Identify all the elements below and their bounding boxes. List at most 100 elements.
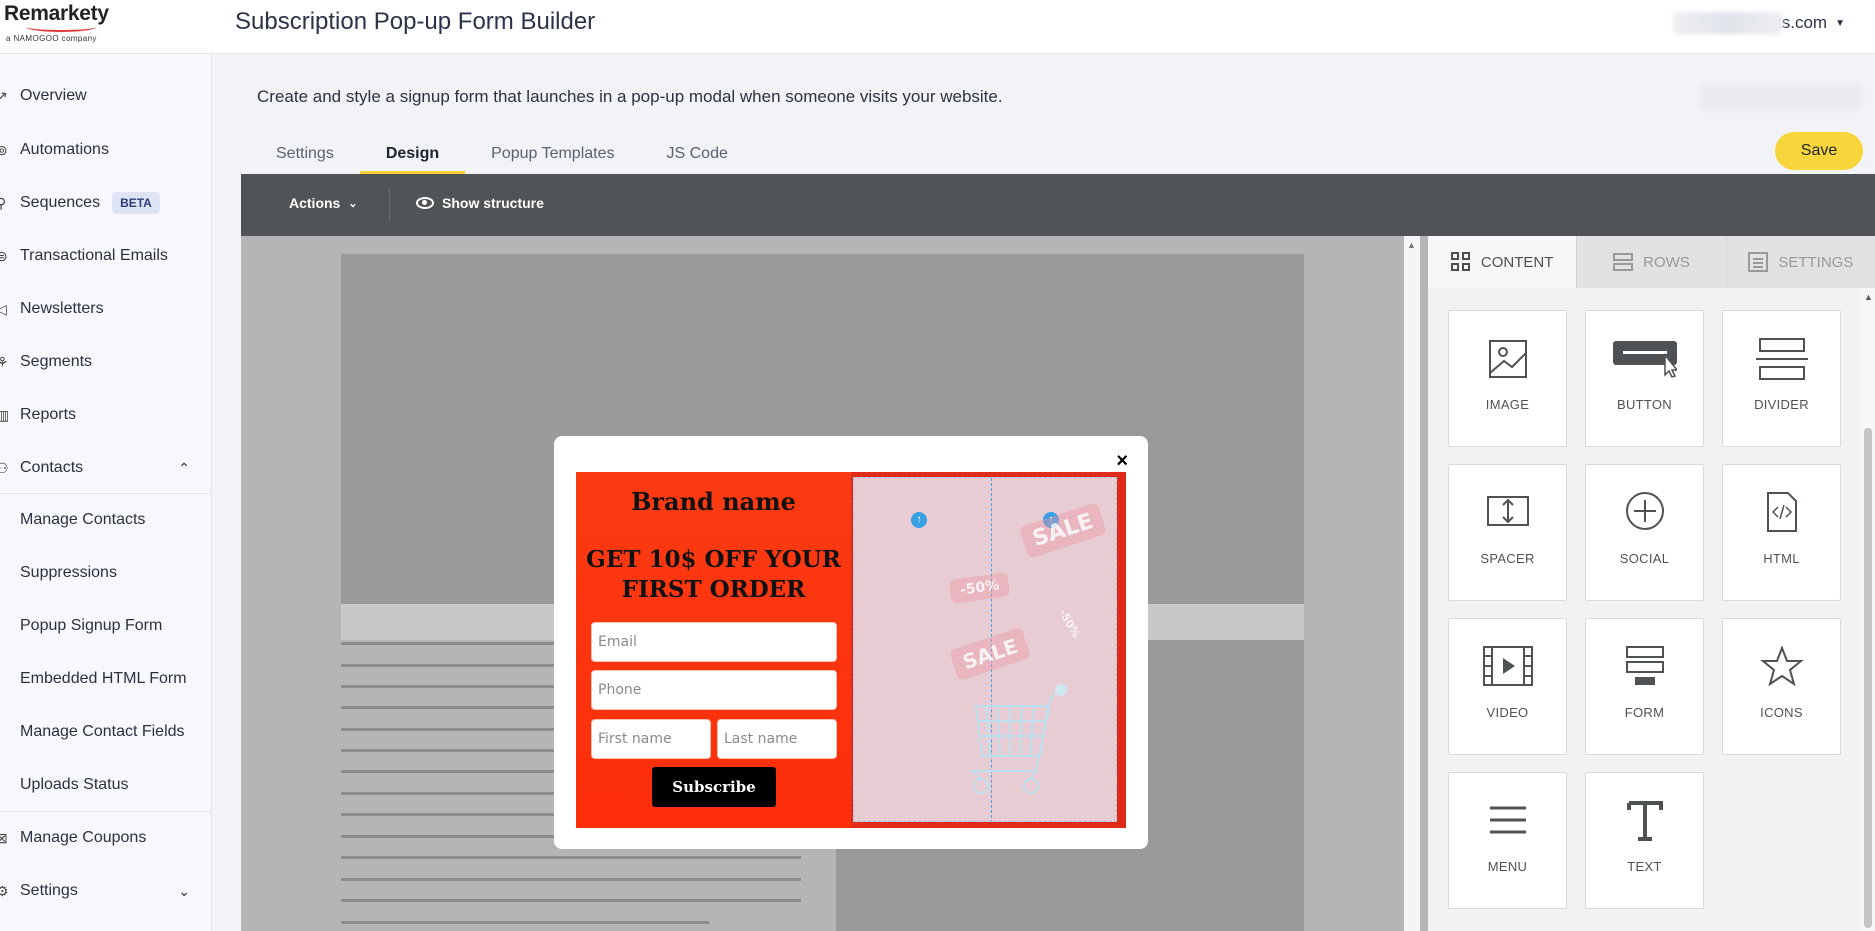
popup-image-column: ↑ ↑ SALE -50% -50% SALE (851, 472, 1126, 828)
tile-label: SOCIAL (1619, 551, 1670, 566)
people-icon: ⚇ (0, 460, 16, 477)
scroll-up-icon[interactable]: ▲ (1407, 240, 1416, 250)
close-icon[interactable]: × (1116, 450, 1128, 473)
actions-dropdown[interactable]: Actions ⌄ (289, 195, 358, 211)
panel-tab-content[interactable]: CONTENT (1428, 236, 1577, 288)
canvas-scrollbar[interactable]: ▲ (1404, 236, 1420, 931)
content-tile-icons[interactable]: ICONS (1722, 618, 1841, 755)
tile-label: FORM (1624, 705, 1665, 720)
popup-content: Brand name GET 10$ OFF YOUR FIRST ORDER … (576, 472, 1126, 828)
wireframe-line (341, 899, 801, 902)
panel-tab-settings[interactable]: SETTINGS (1725, 236, 1875, 288)
image-icon (1488, 340, 1527, 378)
actions-label: Actions (289, 195, 341, 211)
logo-subtext: a NAMOGOO company (6, 34, 97, 43)
last-name-field[interactable]: Last name (717, 719, 837, 759)
editor-canvas[interactable]: × Brand name GET 10$ OFF YOUR FIRST ORDE… (241, 236, 1404, 931)
account-domain: ts.com (1777, 13, 1828, 32)
editor-toolbar: Actions ⌄ Show structure (241, 174, 1875, 236)
sidebar-item-label: Reports (20, 406, 77, 423)
content-tile-text[interactable]: TEXT (1585, 772, 1704, 909)
content-tile-social[interactable]: SOCIAL (1585, 464, 1704, 601)
scroll-up-icon[interactable]: ▲ (1864, 292, 1873, 302)
remarkety-logo[interactable]: Remarkety a NAMOGOO company (0, 0, 212, 54)
email-field[interactable]: Email (591, 622, 837, 662)
sidebar-subitem-popup-signup-form[interactable]: Popup Signup Form (0, 606, 211, 646)
sidebar-subitem-manage-contact-fields[interactable]: Manage Contact Fields (0, 712, 211, 752)
scroll-thumb[interactable] (1864, 428, 1872, 928)
sidebar-item-sequences[interactable]: ⚲ Sequences BETA (0, 183, 211, 223)
tab-design[interactable]: Design (359, 139, 466, 174)
sidebar-item-label: Manage Coupons (20, 829, 147, 846)
builder-tabs: Settings Design Popup Templates JS Code (250, 139, 754, 174)
tile-label: ICONS (1760, 705, 1803, 720)
tab-settings[interactable]: Settings (250, 139, 360, 174)
chart-icon: ▥ (0, 407, 16, 424)
content-tile-video[interactable]: VIDEO (1448, 618, 1567, 755)
tab-js-code[interactable]: JS Code (641, 139, 754, 174)
chevron-down-icon[interactable]: ⌄ (178, 883, 190, 900)
panel-tab-label: SETTINGS (1778, 253, 1854, 271)
design-editor: Actions ⌄ Show structure × Brand name GE… (241, 174, 1875, 931)
sidebar-item-manage-coupons[interactable]: ⊠ Manage Coupons (0, 818, 211, 858)
sale-tag-text: SALE (1018, 502, 1108, 559)
content-tile-image[interactable]: IMAGE (1448, 310, 1567, 447)
content-tile-menu[interactable]: MENU (1448, 772, 1567, 909)
star-icon (1759, 645, 1804, 687)
main-content: Create and style a signup form that laun… (212, 54, 1875, 931)
sidebar-item-contacts[interactable]: ⚇ Contacts ⌃ (0, 448, 211, 488)
rows-icon (1613, 252, 1634, 272)
sidebar-item-segments[interactable]: ⚘ Segments (0, 342, 211, 382)
sale-image[interactable]: ↑ ↑ SALE -50% -50% SALE (853, 477, 1117, 822)
chevron-down-icon: ⌄ (348, 197, 358, 210)
account-menu[interactable]: ts.com ▼ (1673, 12, 1845, 34)
tab-popup-templates[interactable]: Popup Templates (465, 139, 640, 174)
content-tile-form[interactable]: FORM (1585, 618, 1704, 755)
show-structure-label: Show structure (442, 195, 544, 211)
subscribe-button[interactable]: Subscribe (652, 767, 776, 807)
sidebar-item-label: Automations (20, 141, 109, 158)
spacer-icon (1486, 496, 1529, 526)
offer-line-2: FIRST ORDER (621, 576, 806, 603)
shopping-cart-icon (970, 684, 1067, 794)
content-tile-button[interactable]: BUTTON (1585, 310, 1704, 447)
sidebar-subitem-embedded-html-form[interactable]: Embedded HTML Form (0, 659, 211, 699)
social-icon (1625, 492, 1664, 530)
button-icon (1612, 341, 1677, 378)
offer-line-1: GET 10$ OFF YOUR (586, 546, 841, 573)
popup-brand-name[interactable]: Brand name (576, 487, 851, 516)
sidebar-item-transactional-emails[interactable]: ⊜ Transactional Emails (0, 236, 211, 276)
content-tile-spacer[interactable]: SPACER (1448, 464, 1567, 601)
account-name-redacted (1673, 12, 1784, 34)
upload-icon[interactable]: ↑ (911, 512, 927, 528)
sidebar-item-newsletters[interactable]: ◁ Newsletters (0, 289, 211, 329)
sidebar-item-label: Segments (20, 353, 93, 370)
tile-label: BUTTON (1616, 397, 1672, 412)
sidebar-item-reports[interactable]: ▥ Reports (0, 395, 211, 435)
sidebar-subitem-manage-contacts[interactable]: Manage Contacts (0, 500, 211, 540)
first-name-field[interactable]: First name (591, 719, 711, 759)
sidebar-subitem-uploads-status[interactable]: Uploads Status (0, 765, 211, 805)
chevron-up-icon[interactable]: ⌃ (178, 460, 190, 477)
save-button[interactable]: Save (1775, 132, 1863, 170)
sidebar-item-label: Newsletters (20, 300, 104, 317)
content-tile-divider[interactable]: DIVIDER (1722, 310, 1841, 447)
send-icon: ◁ (0, 301, 16, 318)
text-icon (1626, 801, 1663, 841)
phone-field[interactable]: Phone (591, 670, 837, 710)
show-structure-toggle[interactable]: Show structure (416, 195, 544, 211)
tile-label: SPACER (1480, 551, 1535, 566)
content-tile-html[interactable]: HTML (1722, 464, 1841, 601)
panel-tab-rows[interactable]: ROWS (1576, 236, 1726, 288)
sidebar-subitem-suppressions[interactable]: Suppressions (0, 553, 211, 593)
popup-offer-heading[interactable]: GET 10$ OFF YOUR FIRST ORDER (576, 545, 851, 605)
panel-scrollbar[interactable]: ▲ (1861, 288, 1875, 931)
popup-modal-preview[interactable]: × Brand name GET 10$ OFF YOUR FIRST ORDE… (554, 436, 1148, 849)
sidebar-item-overview[interactable]: ↗ Overview (0, 76, 211, 116)
sidebar-item-automations[interactable]: ⊚ Automations (0, 130, 211, 170)
top-bar: Remarkety a NAMOGOO company Subscription… (0, 0, 1875, 54)
sidebar-item-label: Settings (20, 882, 78, 899)
caret-down-icon: ▼ (1835, 17, 1845, 29)
menu-icon (1489, 806, 1526, 834)
sidebar-item-settings[interactable]: ⚙ Settings ⌄ (0, 871, 211, 911)
